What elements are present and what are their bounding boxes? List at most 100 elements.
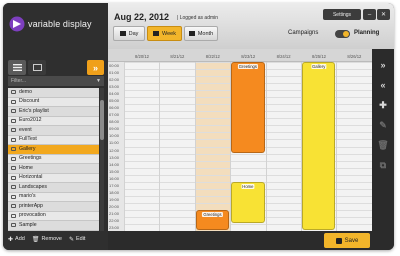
time-label: 17:00	[109, 182, 120, 188]
scrollbar-thumb[interactable]	[100, 100, 104, 140]
day-icon	[119, 31, 126, 36]
playlist-sidebar: variable display » Filter... ▼ demo Disco…	[3, 3, 108, 250]
day-header: 8/23/12	[241, 54, 256, 59]
playlist-icon	[11, 109, 16, 114]
collapse-sidebar-button[interactable]: »	[87, 60, 104, 75]
page-title: Aug 22, 2012	[114, 12, 170, 22]
day-gridline	[159, 62, 161, 231]
day-gridline	[336, 62, 338, 231]
time-label: 22:00	[109, 217, 120, 223]
time-label: 04:00	[109, 91, 120, 97]
edit-event-button[interactable]: ✎	[375, 117, 391, 133]
expand-button[interactable]: »	[375, 57, 391, 73]
week-calendar: 8/20/12 8/21/12 8/22/12 8/23/12 8/24/12 8/25/…	[108, 49, 372, 231]
add-event-button[interactable]: ✚	[375, 97, 391, 113]
plus-icon: ✚	[8, 236, 14, 243]
time-label: 00:00	[109, 63, 120, 68]
time-label: 12:00	[109, 147, 120, 153]
time-label: 13:00	[109, 154, 120, 160]
time-label: 10:00	[109, 133, 120, 139]
collapse-button[interactable]: «	[375, 77, 391, 93]
filter-input[interactable]: Filter... ▼	[8, 76, 104, 86]
month-view-button[interactable]: Month	[184, 26, 218, 41]
settings-button[interactable]: Settings	[323, 9, 361, 20]
delete-event-button[interactable]: 🗑	[375, 137, 391, 153]
playlist-item-label: Home	[19, 164, 33, 171]
add-playlist-button[interactable]: ✚ Add	[8, 236, 25, 243]
playlist-icon	[11, 147, 16, 152]
sidebar-actions: ✚ Add 🗑 Remove ✎ Edit	[8, 232, 104, 246]
playlist-icon	[11, 128, 16, 133]
app-window: variable display » Filter... ▼ demo Disco…	[3, 3, 394, 250]
calendar-event[interactable]: Gallery	[302, 62, 336, 230]
playlist-scrollbar[interactable]	[100, 88, 104, 231]
filter-placeholder: Filter...	[11, 78, 27, 84]
playlist-icon	[11, 137, 16, 142]
time-label: 07:00	[109, 112, 120, 118]
calendar-event[interactable]: Home	[231, 181, 265, 223]
day-header: 8/26/12	[347, 54, 362, 59]
screen-view-button[interactable]	[28, 60, 46, 75]
pencil-icon: ✎	[68, 236, 74, 243]
playlist-item-label: provocation	[19, 212, 46, 218]
playlist-icon	[11, 204, 16, 209]
sidebar-view-tabs: »	[8, 60, 104, 75]
save-button[interactable]: Save	[324, 233, 370, 248]
time-label: 06:00	[109, 105, 120, 111]
edit-playlist-button[interactable]: ✎ Edit	[69, 236, 86, 243]
playlist-icon	[11, 223, 16, 228]
time-label: 20:00	[109, 203, 120, 209]
playlist-item[interactable]: Sample	[8, 221, 99, 231]
playlist-item-label: printerApp	[19, 202, 43, 209]
playlist-icon	[11, 166, 16, 171]
brand-logo-area: variable display	[9, 12, 105, 36]
playlist-icon	[11, 118, 16, 123]
right-toolbar: » « ✚ ✎ 🗑 ⧉	[372, 49, 394, 250]
minimize-button[interactable]: –	[363, 9, 376, 20]
playlist-item-label: Horizontal	[19, 174, 43, 180]
edit-label: Edit	[75, 236, 86, 242]
time-label: 08:00	[109, 119, 120, 125]
time-label: 11:00	[109, 140, 119, 146]
screen-icon	[32, 64, 42, 71]
month-label: Month	[197, 30, 214, 37]
calendar-event[interactable]: Greetings	[195, 209, 230, 230]
playlist-icon	[11, 175, 16, 180]
playlist-icon	[11, 213, 16, 218]
close-button[interactable]: ✕	[377, 9, 390, 20]
playlist-icon	[11, 90, 16, 95]
planning-mode-label[interactable]: Planning	[354, 30, 379, 36]
playlist-item-label: Sample	[19, 221, 37, 228]
playlist-item-label: demo	[19, 88, 32, 95]
calendar-grid[interactable]: Greetings Gallery Home Greetings	[124, 62, 372, 231]
time-label: 02:00	[109, 77, 120, 83]
playlist-icon	[11, 194, 16, 199]
day-header: 8/22/12	[205, 54, 220, 59]
settings-label: Settings	[332, 11, 352, 18]
header-bar: Aug 22, 2012 | Logged as admin Settings …	[108, 3, 394, 49]
add-label: Add	[15, 236, 25, 242]
playlist-item-label: Eric's playlist	[19, 107, 49, 114]
copy-event-button[interactable]: ⧉	[375, 157, 391, 173]
trash-icon: 🗑	[31, 236, 40, 243]
time-label: 21:00	[109, 210, 120, 216]
playlist-item-label: Gallery	[19, 145, 36, 152]
campaigns-mode-label[interactable]: Campaigns	[288, 30, 318, 36]
week-view-button[interactable]: Week	[147, 26, 182, 41]
save-icon	[335, 237, 342, 244]
playlist-item-label: Landscapes	[19, 183, 47, 190]
day-header: 8/25/12	[312, 54, 326, 59]
week-icon	[153, 31, 160, 36]
list-view-button[interactable]	[8, 60, 26, 75]
brand-name: variable display	[28, 19, 92, 29]
remove-playlist-button[interactable]: 🗑 Remove	[32, 236, 62, 243]
mode-toggle[interactable]	[335, 30, 350, 38]
calendar-event[interactable]: Greetings	[231, 62, 265, 153]
day-header: 8/20/12	[135, 54, 149, 59]
time-label: 14:00	[109, 161, 120, 167]
brand-logo-icon	[9, 16, 25, 32]
time-label: 16:00	[109, 175, 120, 181]
time-column: 00:00 01:00 02:00 03:00 04:00 05:00 06:00 07:00…	[108, 62, 124, 231]
playlist-item-label: event	[19, 126, 32, 133]
day-view-button[interactable]: Day	[113, 26, 145, 41]
